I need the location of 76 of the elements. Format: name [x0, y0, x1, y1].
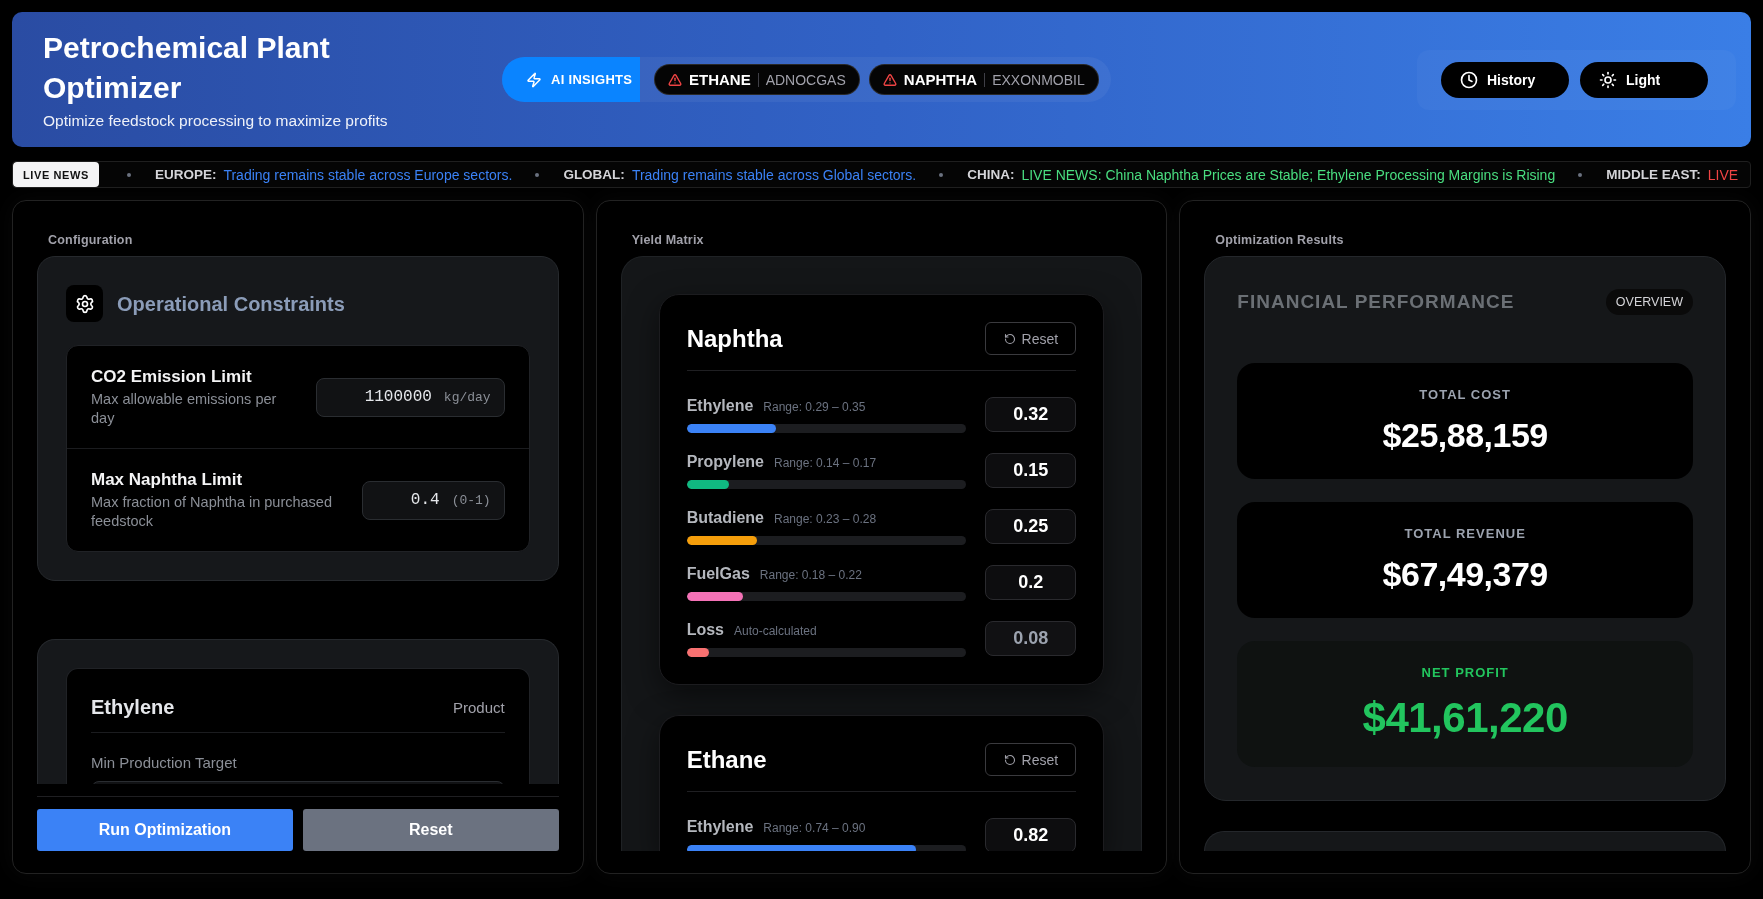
- clock-icon: [1460, 70, 1478, 89]
- yield-value-field[interactable]: 0.2: [985, 565, 1077, 600]
- yield-value-field[interactable]: 0.32: [985, 397, 1077, 432]
- news-headline: LIVE: [1707, 166, 1739, 183]
- gear-icon: [66, 285, 103, 322]
- yield-value-field[interactable]: 0.25: [985, 509, 1077, 544]
- yield-value-field[interactable]: 0.15: [985, 453, 1077, 488]
- metric-label: NET PROFIT: [1420, 665, 1510, 681]
- yield-label: Propylene: [686, 452, 764, 472]
- ai-insights-button[interactable]: AI INSIGHTS: [502, 57, 640, 102]
- field-description: Max fraction of Naphtha in purchased feedstock: [91, 493, 333, 531]
- yield-value-field[interactable]: 0.82: [985, 818, 1077, 851]
- feed-name: NAPHTHA: [903, 71, 978, 88]
- yield-label: Ethylene: [686, 817, 754, 837]
- lightning-icon: [526, 71, 542, 88]
- bullet-icon: [126, 172, 131, 177]
- bullet-icon: [939, 172, 944, 177]
- supplier-name: EXXONMOBIL: [992, 71, 1085, 88]
- yield-hint: Auto-calculated: [734, 623, 817, 640]
- news-region: MIDDLE EAST:: [1606, 167, 1701, 182]
- panel-heading: Yield Matrix: [631, 232, 705, 248]
- supplier-name: ADNOCGAS: [765, 71, 846, 88]
- warning-icon: [668, 72, 682, 87]
- yield-hint: Range: 0.74 – 0.90: [763, 820, 866, 837]
- bullet-icon: [1578, 172, 1583, 177]
- news-region: CHINA:: [967, 167, 1015, 182]
- counterclockwise-arrow-icon: [1003, 332, 1016, 345]
- card-title: Operational Constraints: [117, 291, 345, 316]
- feed-title: Naphtha: [686, 323, 783, 354]
- news-headline: Trading remains stable across Europe sectors.: [223, 166, 513, 183]
- news-headline: LIVE NEWS: China Naphtha Prices are Stable; Ethylene Processing Margins is Rising: [1021, 166, 1556, 183]
- reset-button[interactable]: Reset: [985, 743, 1077, 776]
- metric-value: $25,88,159: [1381, 415, 1549, 455]
- theme-toggle-button[interactable]: Light: [1580, 61, 1708, 98]
- run-optimization-button[interactable]: Run Optimization: [37, 809, 293, 851]
- panel-heading: Optimization Results: [1215, 232, 1345, 248]
- number-field[interactable]: 1100000 kg/day: [315, 377, 505, 417]
- yield-label: Butadiene: [686, 508, 764, 528]
- alert-pill[interactable]: NAPHTHA EXXONMOBIL: [868, 64, 1099, 95]
- feed-name: ETHANE: [689, 71, 751, 88]
- card-title: FINANCIAL PERFORMANCE: [1237, 290, 1515, 314]
- yield-hint: Range: 0.14 – 0.17: [774, 455, 877, 472]
- panel-heading: Configuration: [48, 232, 134, 248]
- yield-label: Loss: [686, 620, 724, 640]
- overview-badge: OVERVIEW: [1605, 289, 1693, 315]
- metric-label: TOTAL REVENUE: [1403, 526, 1527, 542]
- metric-label: TOTAL COST: [1418, 387, 1512, 403]
- app-title: Petrochemical Plant Optimizer: [43, 30, 331, 106]
- yield-hint: Range: 0.18 – 0.22: [759, 567, 862, 584]
- warning-icon: [882, 72, 897, 87]
- field-description: Max allowable emissions per day: [91, 390, 278, 428]
- field-label: CO2 Emission Limit: [91, 366, 253, 388]
- yield-label: FuelGas: [686, 564, 750, 584]
- news-region: EUROPE:: [154, 167, 217, 182]
- yield-hint: Range: 0.29 – 0.35: [763, 399, 866, 416]
- bullet-icon: [535, 172, 540, 177]
- field-label: Min Production Target: [91, 753, 238, 773]
- live-news-badge: LIVE NEWS: [13, 162, 99, 187]
- reset-button[interactable]: Reset: [302, 809, 559, 851]
- yield-hint: Range: 0.23 – 0.28: [774, 511, 877, 528]
- field-label: Max Naphtha Limit: [91, 469, 244, 491]
- product-tag: Product: [452, 698, 505, 716]
- product-name: Ethylene: [91, 695, 175, 719]
- app-subtitle: Optimize feedstock processing to maximize profits: [43, 111, 389, 131]
- news-headline: Trading remains stable across Global sectors.: [631, 166, 917, 183]
- feed-title: Ethane: [686, 744, 767, 775]
- counterclockwise-arrow-icon: [1003, 753, 1016, 766]
- number-field[interactable]: 0.4 (0-1): [361, 480, 505, 520]
- history-button[interactable]: History: [1441, 61, 1569, 98]
- sun-icon: [1599, 70, 1617, 89]
- yield-label: Ethylene: [686, 396, 754, 416]
- reset-button[interactable]: Reset: [985, 322, 1077, 355]
- metric-value: $67,49,379: [1381, 554, 1549, 594]
- news-region: GLOBAL:: [563, 167, 625, 182]
- metric-value: $41,61,220: [1361, 693, 1569, 743]
- alert-pill[interactable]: ETHANE ADNOCGAS: [654, 64, 860, 95]
